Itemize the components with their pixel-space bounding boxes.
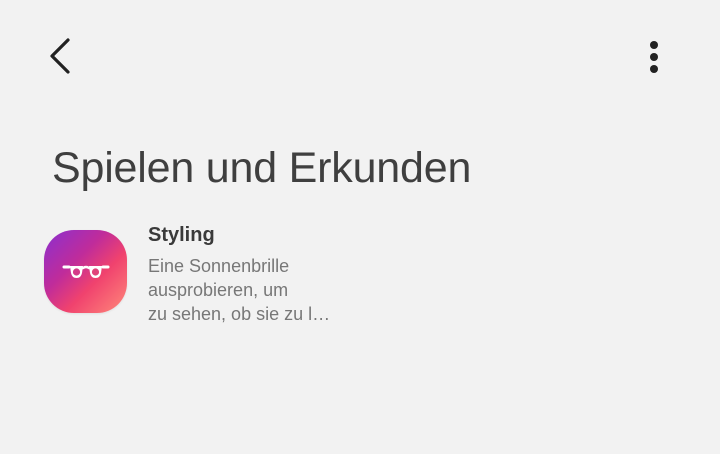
item-description: Eine Sonnenbrille ausprobieren, um zu se… [148, 254, 378, 326]
item-title: Styling [148, 224, 215, 246]
glasses-icon [62, 265, 109, 278]
more-vertical-icon [650, 41, 658, 73]
back-button[interactable] [38, 30, 82, 82]
page-title: Spielen und Erkunden [52, 144, 472, 192]
more-options-button[interactable] [632, 32, 676, 82]
list-item-styling[interactable]: Styling Eine Sonnenbrille ausprobieren, … [40, 222, 460, 332]
description-line: Eine Sonnenbrille [148, 256, 290, 276]
chevron-left-icon [50, 38, 70, 74]
styling-app-icon [44, 230, 127, 313]
description-line: ausprobieren, um [148, 280, 289, 300]
description-line: zu sehen, ob sie zu l… [148, 304, 331, 324]
